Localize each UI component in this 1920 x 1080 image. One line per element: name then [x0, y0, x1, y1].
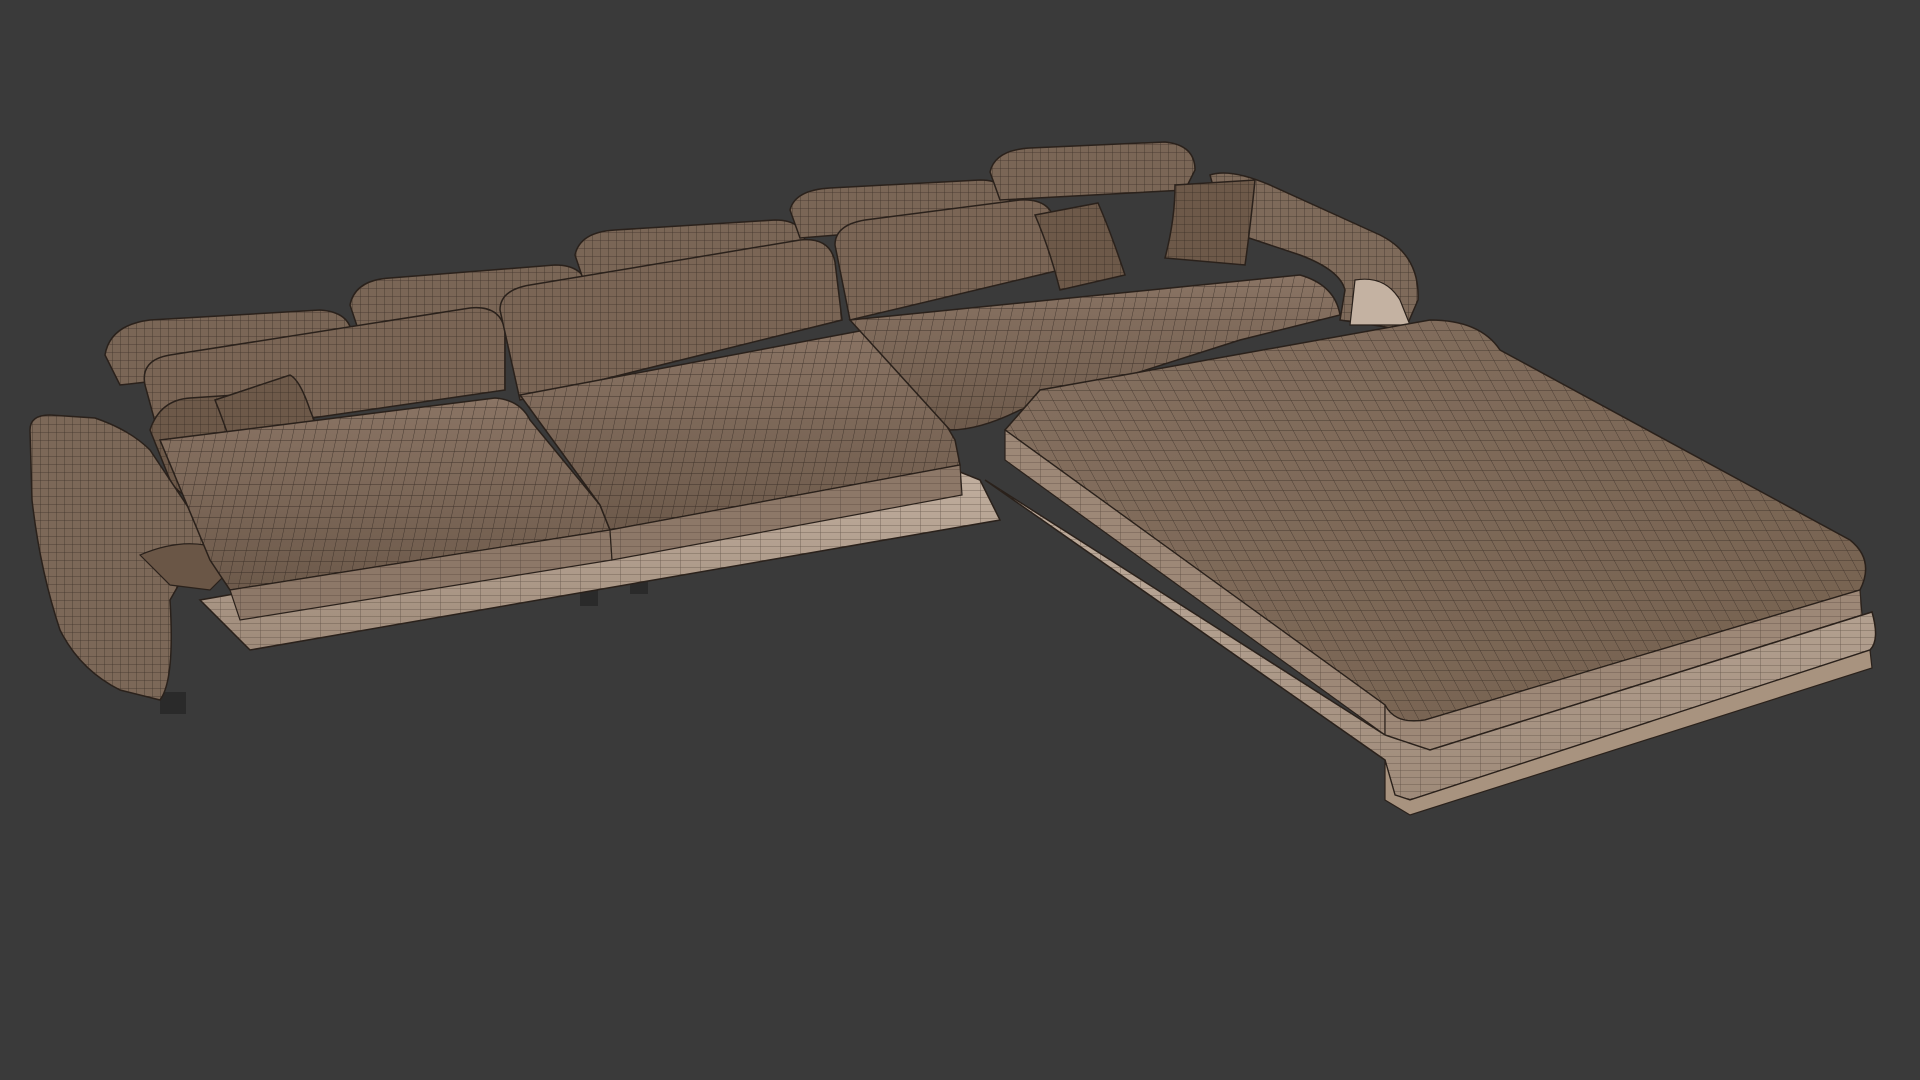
- sectional-sofa-wireframe-render: [29, 141, 1877, 816]
- 3d-viewport[interactable]: [0, 0, 1920, 1080]
- chaise-section: [984, 319, 1877, 816]
